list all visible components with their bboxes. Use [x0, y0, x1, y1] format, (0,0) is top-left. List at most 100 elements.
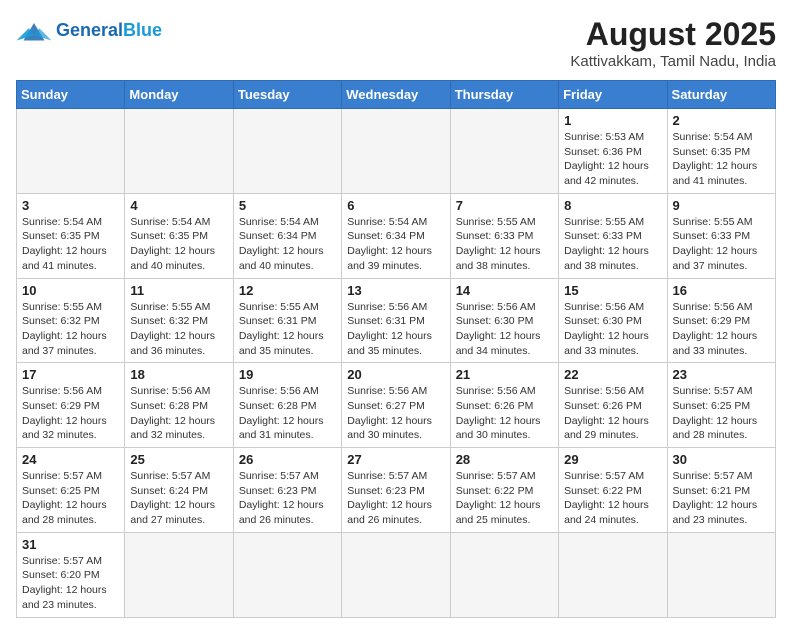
- day-number: 1: [564, 113, 661, 128]
- day-info: Sunrise: 5:57 AM Sunset: 6:25 PM Dayligh…: [673, 384, 770, 443]
- table-row: [342, 532, 450, 617]
- day-info: Sunrise: 5:56 AM Sunset: 6:28 PM Dayligh…: [239, 384, 336, 443]
- table-row: 28Sunrise: 5:57 AM Sunset: 6:22 PM Dayli…: [450, 448, 558, 533]
- day-number: 23: [673, 367, 770, 382]
- day-number: 31: [22, 537, 119, 552]
- table-row: 4 Sunrise: 5:54 AM Sunset: 6:35 PM Daylig…: [125, 193, 233, 278]
- day-info: Sunrise: 5:55 AM Sunset: 6:32 PM Dayligh…: [22, 300, 119, 359]
- day-info: Sunrise: 5:54 AM Sunset: 6:34 PM Dayligh…: [347, 215, 444, 274]
- calendar-week-row: 10 Sunrise: 5:55 AM Sunset: 6:32 PM Dayli…: [17, 278, 776, 363]
- day-info: Sunrise: 5:55 AM Sunset: 6:31 PM Dayligh…: [239, 300, 336, 359]
- calendar-week-row: 1 Sunrise: 5:53 AM Sunset: 6:36 PM Daylig…: [17, 109, 776, 194]
- day-info: Sunrise: 5:56 AM Sunset: 6:28 PM Dayligh…: [130, 384, 227, 443]
- day-number: 15: [564, 283, 661, 298]
- day-info: Sunrise: 5:54 AM Sunset: 6:35 PM Dayligh…: [673, 130, 770, 189]
- table-row: [342, 109, 450, 194]
- table-row: 27 Sunrise: 5:57 AM Sunset: 6:23 PM Dayli…: [342, 448, 450, 533]
- day-info: Sunrise: 5:56 AM Sunset: 6:27 PM Dayligh…: [347, 384, 444, 443]
- day-number: 10: [22, 283, 119, 298]
- day-info: Sunrise: 5:57 AM Sunset: 6:20 PM Dayligh…: [22, 554, 119, 613]
- day-number: 29: [564, 452, 661, 467]
- page-header: GeneralBlue August 2025 Kattivakkam, Tam…: [16, 16, 776, 70]
- table-row: 3Sunrise: 5:54 AM Sunset: 6:35 PM Daylig…: [17, 193, 125, 278]
- day-number: 26: [239, 452, 336, 467]
- table-row: 7Sunrise: 5:55 AM Sunset: 6:33 PM Daylig…: [450, 193, 558, 278]
- day-number: 28: [456, 452, 553, 467]
- day-info: Sunrise: 5:56 AM Sunset: 6:29 PM Dayligh…: [673, 300, 770, 359]
- day-info: Sunrise: 5:53 AM Sunset: 6:36 PM Dayligh…: [564, 130, 661, 189]
- day-number: 8: [564, 198, 661, 213]
- day-info: Sunrise: 5:54 AM Sunset: 6:34 PM Dayligh…: [239, 215, 336, 274]
- table-row: [233, 109, 341, 194]
- table-row: 22Sunrise: 5:56 AM Sunset: 6:26 PM Dayli…: [559, 363, 667, 448]
- day-info: Sunrise: 5:56 AM Sunset: 6:26 PM Dayligh…: [456, 384, 553, 443]
- calendar-week-row: 3 Sunrise: 5:54 AM Sunset: 6:35 PM Daylig…: [17, 193, 776, 278]
- logo-icon: [16, 16, 52, 44]
- day-number: 19: [239, 367, 336, 382]
- table-row: 5Sunrise: 5:54 AM Sunset: 6:34 PM Daylig…: [233, 193, 341, 278]
- day-number: 2: [673, 113, 770, 128]
- day-number: 20: [347, 367, 444, 382]
- day-number: 3: [22, 198, 119, 213]
- table-row: [450, 532, 558, 617]
- table-row: [125, 109, 233, 194]
- day-info: Sunrise: 5:55 AM Sunset: 6:33 PM Dayligh…: [673, 215, 770, 274]
- day-info: Sunrise: 5:56 AM Sunset: 6:29 PM Dayligh…: [22, 384, 119, 443]
- col-monday: Monday: [125, 81, 233, 109]
- logo: GeneralBlue: [16, 16, 162, 44]
- day-number: 24: [22, 452, 119, 467]
- table-row: 30Sunrise: 5:57 AM Sunset: 6:21 PM Dayli…: [667, 448, 775, 533]
- table-row: 20 Sunrise: 5:56 AM Sunset: 6:27 PM Dayli…: [342, 363, 450, 448]
- day-info: Sunrise: 5:57 AM Sunset: 6:24 PM Dayligh…: [130, 469, 227, 528]
- day-info: Sunrise: 5:56 AM Sunset: 6:30 PM Dayligh…: [564, 300, 661, 359]
- day-info: Sunrise: 5:56 AM Sunset: 6:30 PM Dayligh…: [456, 300, 553, 359]
- logo-text: GeneralBlue: [56, 20, 162, 41]
- table-row: 10 Sunrise: 5:55 AM Sunset: 6:32 PM Dayli…: [17, 278, 125, 363]
- day-number: 21: [456, 367, 553, 382]
- day-number: 25: [130, 452, 227, 467]
- day-info: Sunrise: 5:57 AM Sunset: 6:23 PM Dayligh…: [347, 469, 444, 528]
- calendar-subtitle: Kattivakkam, Tamil Nadu, India: [570, 53, 776, 70]
- day-number: 27: [347, 452, 444, 467]
- col-sunday: Sunday: [17, 81, 125, 109]
- col-friday: Friday: [559, 81, 667, 109]
- calendar-title: August 2025: [570, 16, 776, 53]
- table-row: 25 Sunrise: 5:57 AM Sunset: 6:24 PM Dayli…: [125, 448, 233, 533]
- table-row: 11Sunrise: 5:55 AM Sunset: 6:32 PM Dayli…: [125, 278, 233, 363]
- day-info: Sunrise: 5:57 AM Sunset: 6:23 PM Dayligh…: [239, 469, 336, 528]
- table-row: [559, 532, 667, 617]
- day-number: 12: [239, 283, 336, 298]
- table-row: 26 Sunrise: 5:57 AM Sunset: 6:23 PM Dayli…: [233, 448, 341, 533]
- table-row: 1 Sunrise: 5:53 AM Sunset: 6:36 PM Daylig…: [559, 109, 667, 194]
- table-row: 15 Sunrise: 5:56 AM Sunset: 6:30 PM Dayli…: [559, 278, 667, 363]
- calendar-week-row: 17 Sunrise: 5:56 AM Sunset: 6:29 PM Dayli…: [17, 363, 776, 448]
- day-number: 30: [673, 452, 770, 467]
- table-row: 8 Sunrise: 5:55 AM Sunset: 6:33 PM Daylig…: [559, 193, 667, 278]
- table-row: 6 Sunrise: 5:54 AM Sunset: 6:34 PM Daylig…: [342, 193, 450, 278]
- table-row: [233, 532, 341, 617]
- day-info: Sunrise: 5:56 AM Sunset: 6:31 PM Dayligh…: [347, 300, 444, 359]
- col-tuesday: Tuesday: [233, 81, 341, 109]
- table-row: 23 Sunrise: 5:57 AM Sunset: 6:25 PM Dayli…: [667, 363, 775, 448]
- table-row: 14Sunrise: 5:56 AM Sunset: 6:30 PM Dayli…: [450, 278, 558, 363]
- day-number: 9: [673, 198, 770, 213]
- table-row: 24Sunrise: 5:57 AM Sunset: 6:25 PM Dayli…: [17, 448, 125, 533]
- day-number: 6: [347, 198, 444, 213]
- table-row: 12 Sunrise: 5:55 AM Sunset: 6:31 PM Dayli…: [233, 278, 341, 363]
- table-row: 16Sunrise: 5:56 AM Sunset: 6:29 PM Dayli…: [667, 278, 775, 363]
- table-row: [667, 532, 775, 617]
- day-number: 17: [22, 367, 119, 382]
- day-info: Sunrise: 5:57 AM Sunset: 6:22 PM Dayligh…: [564, 469, 661, 528]
- day-number: 11: [130, 283, 227, 298]
- day-info: Sunrise: 5:54 AM Sunset: 6:35 PM Dayligh…: [130, 215, 227, 274]
- table-row: [450, 109, 558, 194]
- table-row: 29 Sunrise: 5:57 AM Sunset: 6:22 PM Dayli…: [559, 448, 667, 533]
- col-thursday: Thursday: [450, 81, 558, 109]
- day-info: Sunrise: 5:55 AM Sunset: 6:33 PM Dayligh…: [456, 215, 553, 274]
- table-row: 13Sunrise: 5:56 AM Sunset: 6:31 PM Dayli…: [342, 278, 450, 363]
- day-number: 4: [130, 198, 227, 213]
- day-info: Sunrise: 5:56 AM Sunset: 6:26 PM Dayligh…: [564, 384, 661, 443]
- day-info: Sunrise: 5:55 AM Sunset: 6:33 PM Dayligh…: [564, 215, 661, 274]
- table-row: 9 Sunrise: 5:55 AM Sunset: 6:33 PM Daylig…: [667, 193, 775, 278]
- table-row: 19 Sunrise: 5:56 AM Sunset: 6:28 PM Dayli…: [233, 363, 341, 448]
